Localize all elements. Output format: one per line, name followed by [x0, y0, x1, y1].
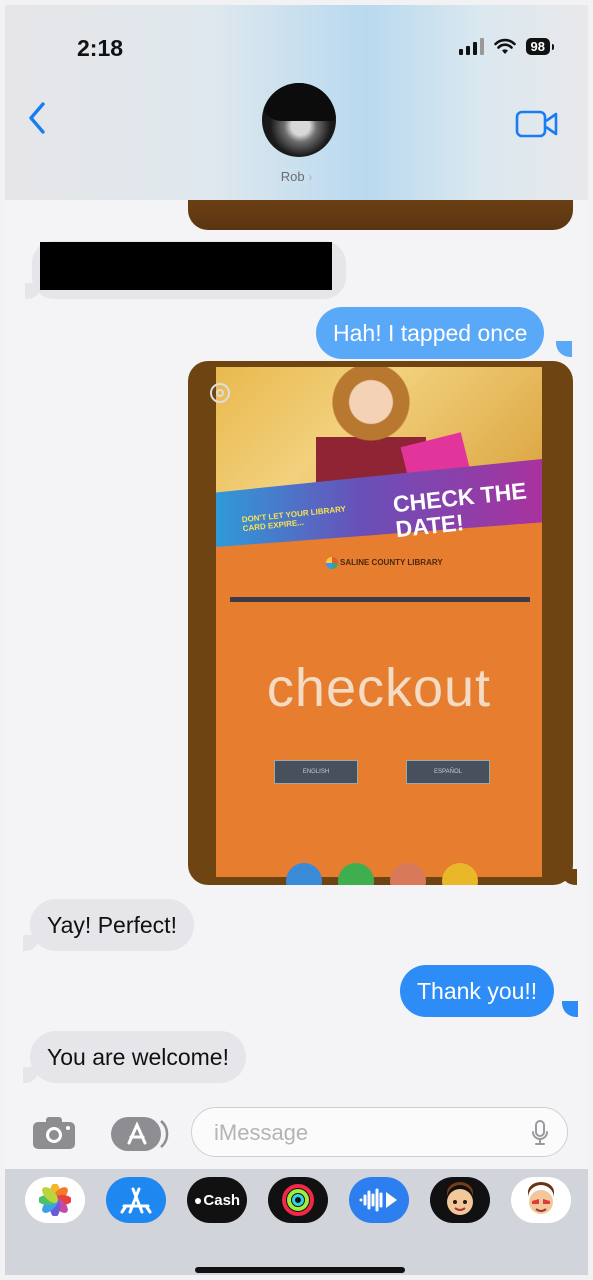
library-name: SALINE COUNTY LIBRARY [340, 558, 443, 568]
sent-message[interactable]: Thank you!! [400, 965, 555, 1017]
library-logo-icon [326, 557, 338, 569]
bubble-tail [25, 283, 41, 299]
memoji-stickers-button[interactable] [511, 1177, 571, 1223]
facetime-video-button[interactable] [515, 109, 559, 144]
app-store-apps-button[interactable] [109, 1115, 171, 1158]
photos-app-button[interactable] [25, 1177, 85, 1223]
dictation-button[interactable] [531, 1120, 549, 1151]
apps-icon [111, 1117, 169, 1151]
contact-name[interactable]: Rob › [5, 169, 588, 184]
sent-message[interactable]: Hah! I tapped once [316, 307, 545, 359]
battery-level: 98 [525, 37, 555, 55]
bubble-tail [561, 869, 577, 885]
imessage-app-drawer: ● Cash [5, 1169, 588, 1275]
contact-name-label: Rob [280, 169, 305, 184]
espanol-button: ESPAÑOL [406, 760, 490, 784]
wifi-icon [493, 38, 516, 54]
status-icons: 98 [458, 37, 555, 55]
photo-message[interactable]: DON'T LET YOUR LIBRARY CARD EXPIRE... CH… [188, 361, 573, 885]
back-button[interactable] [27, 101, 47, 140]
video-camera-icon [515, 110, 558, 138]
received-message[interactable]: You are welcome! [30, 1031, 246, 1083]
apple-cash-button[interactable]: ● Cash [187, 1177, 247, 1223]
contact-avatar[interactable] [262, 83, 336, 157]
redaction-box [40, 242, 332, 290]
fitness-button[interactable] [268, 1177, 328, 1223]
cellular-signal-icon [458, 37, 484, 55]
apple-cash-icon: ● [193, 1192, 203, 1208]
app-store-button[interactable] [106, 1177, 166, 1223]
kiosk-screen: DON'T LET YOUR LIBRARY CARD EXPIRE... CH… [216, 367, 542, 885]
conversation-header: 2:18 98 Rob › [5, 5, 588, 200]
live-photo-icon[interactable] [210, 383, 230, 403]
bubble-tail [23, 1067, 39, 1083]
checkout-text: checkout [266, 658, 492, 718]
chevron-right-icon: › [308, 170, 313, 184]
previous-photo-message[interactable] [188, 200, 573, 230]
fitness-icon [282, 1184, 314, 1216]
home-indicator[interactable] [195, 1267, 405, 1273]
chevron-left-icon [29, 102, 45, 134]
audio-message-icon [359, 1188, 397, 1212]
camera-button[interactable] [31, 1115, 77, 1156]
memoji-button[interactable] [430, 1177, 490, 1223]
messages-screen: 2:18 98 Rob › Hah! I tapped once DON'T L… [5, 5, 588, 1275]
status-time: 2:18 [77, 35, 124, 61]
message-input-container [191, 1107, 568, 1157]
received-message[interactable]: Yay! Perfect! [30, 899, 194, 951]
message-input[interactable] [212, 1116, 516, 1150]
app-store-icon [120, 1187, 152, 1214]
apple-cash-label: Cash [203, 1191, 241, 1209]
english-button: ENGLISH [274, 760, 358, 784]
photos-icon [39, 1184, 71, 1216]
bubble-tail [23, 935, 39, 951]
microphone-icon [532, 1120, 548, 1145]
bubble-tail [556, 341, 572, 357]
audio-message-button[interactable] [349, 1177, 409, 1223]
memoji-icon [447, 1182, 473, 1215]
library-logo: SALINE COUNTY LIBRARY [326, 557, 443, 569]
camera-icon [33, 1117, 75, 1149]
bubble-tail [562, 1001, 578, 1017]
memoji-icon-2 [528, 1182, 554, 1214]
